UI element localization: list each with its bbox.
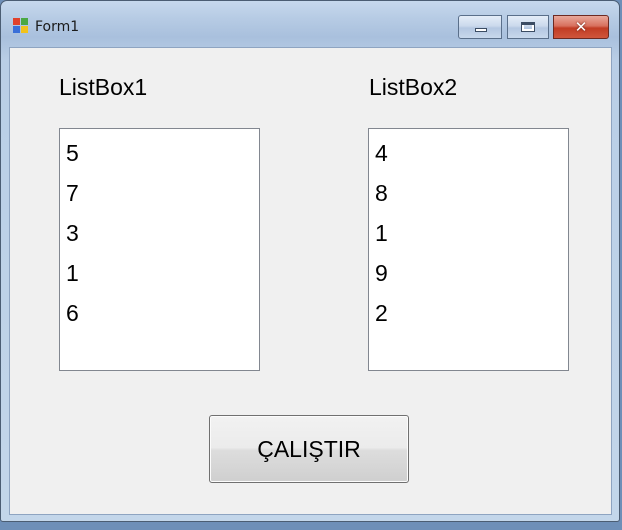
form-window: Form1 ✕ ListBox1 ListBox2 5 7 3 1 6 4 8 …	[0, 0, 620, 522]
minimize-icon	[475, 28, 487, 32]
form-client-area: ListBox1 ListBox2 5 7 3 1 6 4 8 1 9 2 ÇA…	[9, 47, 612, 515]
list-item[interactable]: 1	[373, 213, 564, 253]
window-title: Form1	[35, 19, 80, 35]
list-item[interactable]: 9	[373, 253, 564, 293]
maximize-icon	[521, 22, 535, 32]
form-icon[interactable]	[13, 18, 29, 34]
title-bar[interactable]: Form1 ✕	[1, 1, 619, 47]
list-item[interactable]: 6	[64, 293, 255, 333]
list-item[interactable]: 8	[373, 173, 564, 213]
list-item[interactable]: 4	[373, 133, 564, 173]
run-button[interactable]: ÇALIŞTIR	[209, 415, 409, 483]
listbox2[interactable]: 4 8 1 9 2	[368, 128, 569, 371]
list-item[interactable]: 7	[64, 173, 255, 213]
close-icon: ✕	[574, 18, 588, 36]
maximize-button[interactable]	[507, 15, 549, 39]
minimize-button[interactable]	[458, 15, 502, 39]
listbox1[interactable]: 5 7 3 1 6	[59, 128, 260, 371]
close-button[interactable]: ✕	[553, 15, 609, 39]
list-item[interactable]: 5	[64, 133, 255, 173]
list-item[interactable]: 2	[373, 293, 564, 333]
list-item[interactable]: 3	[64, 213, 255, 253]
listbox2-label: ListBox2	[369, 74, 458, 100]
list-item[interactable]: 1	[64, 253, 255, 293]
listbox1-label: ListBox1	[59, 74, 148, 100]
